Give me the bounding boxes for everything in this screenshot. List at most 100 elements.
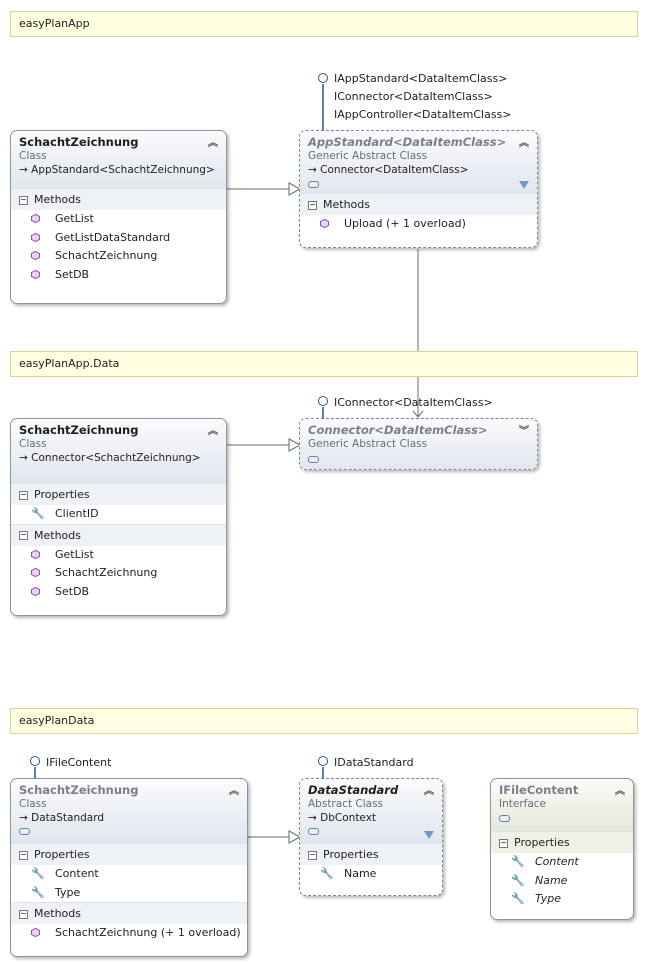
class-box-connector[interactable]: Connector<DataItemClass> Generic Abstrac… [299, 418, 538, 470]
interface-lollipop-icon [318, 73, 328, 83]
class-stereotype: Class [19, 150, 47, 162]
member-row[interactable]: 🔧 Name [300, 865, 442, 884]
class-title: DataStandard [308, 783, 399, 797]
class-title: SchachtZeichnung [19, 135, 139, 149]
double-chevron-up-icon[interactable]: ︽ [424, 782, 434, 797]
interface-label-idatastandard: IDataStandard [334, 756, 414, 769]
interface-label-iconnector: IConnector<DataItemClass> [334, 90, 493, 103]
inheritance-arrow-icon: → [19, 812, 28, 824]
interface-box-ifilecontent[interactable]: IFileContent Interface ︽ − Properties 🔧 Co… [490, 778, 634, 920]
member-row[interactable]: 🔧 Name [491, 872, 633, 891]
class-title: SchachtZeichnung [19, 783, 139, 797]
interface-lollipop-icon [318, 396, 328, 406]
method-cube-icon [31, 232, 40, 242]
member-row[interactable]: 🔧 Content [11, 865, 247, 884]
collapse-minus-icon[interactable]: − [19, 531, 28, 540]
member-row[interactable]: Upload (+ 1 overload) [300, 215, 537, 234]
class-stereotype: Abstract Class [308, 798, 384, 810]
interface-lollipop-icon [318, 756, 328, 766]
member-row[interactable]: SetDB [11, 266, 226, 285]
wrench-icon: 🔧 [31, 885, 45, 899]
namespace-easyplanapp-data: easyPlanApp.Data [10, 351, 638, 377]
wrench-icon: 🔧 [511, 855, 525, 868]
filter-icon[interactable] [519, 181, 529, 189]
method-cube-icon [31, 214, 40, 223]
interface-lollipop-icon [19, 827, 30, 835]
member-row[interactable]: 🔧 Content [491, 853, 633, 872]
interface-lollipop-icon [308, 180, 319, 188]
interface-lollipop-icon [308, 455, 319, 463]
class-stereotype: Generic Abstract Class [308, 150, 428, 162]
section-properties[interactable]: − Properties [11, 843, 247, 865]
member-row[interactable]: SetDB [11, 583, 226, 602]
class-box-schachtzeichnung-appdata[interactable]: SchachtZeichnung Class → Connector<Schac… [10, 418, 227, 616]
method-cube-icon [31, 269, 40, 279]
method-cube-icon [31, 251, 40, 260]
section-properties[interactable]: − Properties [300, 843, 442, 865]
member-row[interactable]: 🔧 Type [11, 884, 247, 903]
member-row[interactable]: 🔧 ClientID [11, 505, 226, 524]
double-chevron-up-icon[interactable]: ︽ [519, 134, 529, 149]
inheritance-arrow-icon: → [308, 164, 317, 176]
class-stereotype: Class [19, 438, 47, 450]
wrench-icon: 🔧 [31, 507, 45, 520]
class-inherits: Connector<DataItemClass> [320, 164, 469, 176]
double-chevron-up-icon[interactable]: ︽ [615, 782, 625, 797]
collapse-minus-icon[interactable]: − [308, 200, 317, 210]
wrench-icon: 🔧 [511, 873, 525, 887]
collapse-minus-icon[interactable]: − [19, 850, 28, 860]
section-methods[interactable]: − Methods [300, 193, 537, 215]
class-box-schachtzeichnung-data[interactable]: SchachtZeichnung Class → DataStandard ︽ … [10, 778, 248, 957]
section-methods[interactable]: − Methods [11, 523, 226, 546]
collapse-minus-icon[interactable]: − [19, 195, 28, 205]
section-properties[interactable]: − Properties [11, 483, 226, 505]
method-cube-icon [31, 586, 40, 596]
interface-label-iappcontroller: IAppController<DataItemClass> [334, 108, 512, 121]
filter-icon[interactable] [424, 831, 434, 839]
interface-label-iconnector-data: IConnector<DataItemClass> [334, 396, 493, 409]
namespace-easyplandata: easyPlanData [10, 708, 638, 734]
double-chevron-up-icon[interactable]: ︽ [229, 782, 239, 797]
member-row[interactable]: GetList [11, 210, 226, 229]
method-cube-icon [320, 219, 329, 228]
class-box-schachtzeichnung-app[interactable]: SchachtZeichnung Class → AppStandard<Sch… [10, 130, 227, 304]
collapse-minus-icon[interactable]: − [19, 909, 28, 919]
collapse-minus-icon[interactable]: − [499, 838, 508, 848]
class-inherits: DataStandard [31, 812, 104, 824]
interface-label-iappstandard: IAppStandard<DataItemClass> [334, 72, 508, 85]
class-inherits: AppStandard<SchachtZeichnung> [31, 164, 215, 176]
section-properties[interactable]: − Properties [491, 831, 633, 853]
member-row[interactable]: SchachtZeichnung [11, 564, 226, 583]
member-row[interactable]: GetListDataStandard [11, 229, 226, 248]
class-box-datastandard[interactable]: DataStandard Abstract Class → DbContext … [299, 778, 443, 896]
collapse-minus-icon[interactable]: − [308, 850, 317, 860]
interface-lollipop-icon [308, 827, 319, 835]
member-row[interactable]: 🔧 Type [491, 890, 633, 909]
wrench-icon: 🔧 [31, 867, 45, 880]
method-cube-icon [31, 568, 40, 577]
class-stereotype: Class [19, 798, 47, 810]
class-box-appstandard[interactable]: AppStandard<DataItemClass> Generic Abstr… [299, 130, 538, 248]
member-row[interactable]: GetList [11, 546, 226, 565]
collapse-minus-icon[interactable]: − [19, 490, 28, 500]
wrench-icon: 🔧 [320, 867, 334, 880]
class-inherits: Connector<SchachtZeichnung> [31, 452, 201, 464]
member-row[interactable]: SchachtZeichnung (+ 1 overload) [11, 924, 247, 943]
interface-lollipop-icon [499, 814, 510, 822]
inheritance-arrow-icon: → [308, 812, 317, 824]
class-title: SchachtZeichnung [19, 423, 139, 437]
double-chevron-up-icon[interactable]: ︽ [208, 134, 218, 149]
wrench-icon: 🔧 [511, 892, 525, 905]
member-row[interactable]: SchachtZeichnung [11, 247, 226, 266]
double-chevron-down-icon[interactable]: ︾ [519, 422, 529, 437]
class-stereotype: Interface [499, 798, 547, 810]
class-inherits: DbContext [320, 812, 377, 824]
interface-lollipop-icon [30, 756, 40, 766]
class-stereotype: Generic Abstract Class [308, 438, 428, 450]
namespace-easyplanapp: easyPlanApp [10, 11, 638, 37]
class-title: IFileContent [499, 783, 579, 797]
interface-label-ifilecontent: IFileContent [46, 756, 112, 769]
section-methods[interactable]: − Methods [11, 188, 226, 210]
section-methods[interactable]: − Methods [11, 902, 247, 924]
double-chevron-up-icon[interactable]: ︽ [208, 422, 218, 437]
